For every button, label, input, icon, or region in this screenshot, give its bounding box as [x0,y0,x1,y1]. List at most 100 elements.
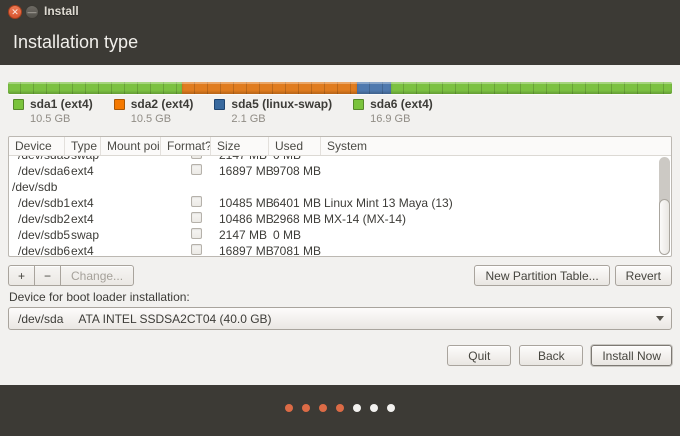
quit-button[interactable]: Quit [447,345,511,366]
legend-size: 16.9 GB [370,113,433,125]
new-partition-table-button[interactable]: New Partition Table... [474,265,609,286]
legend-size: 2.1 GB [231,113,332,125]
partition-legend: sda1 (ext4) 10.5 GB sda2 (ext4) 10.5 GB … [13,97,454,125]
format-checkbox[interactable] [191,164,202,175]
legend-label: sda1 (ext4) [30,97,93,111]
table-row-sda5[interactable]: /dev/sda5 swap 2147 MB 0 MB [9,156,671,163]
legend-swatch-sda5 [214,99,225,110]
legend-item: sda1 (ext4) 10.5 GB [13,97,93,125]
legend-item: sda5 (linux-swap) 2.1 GB [214,97,332,125]
format-checkbox[interactable] [191,212,202,223]
cell-format [161,212,211,226]
legend-label: sda6 (ext4) [370,97,433,111]
legend-size: 10.5 GB [30,113,93,125]
footer-buttons: Quit Back Install Now [447,345,672,366]
partition-edit-group: + − Change... [8,265,134,286]
column-header-format[interactable]: Format? [161,137,211,155]
progress-dot-active [302,404,310,412]
legend-swatch-sda1 [13,99,24,110]
cell-size: 16897 MB [211,164,269,178]
format-checkbox[interactable] [191,228,202,239]
cell-size: 2147 MB [211,228,269,242]
cell-type: ext4 [65,212,101,226]
partition-usage-bar [8,82,672,94]
format-checkbox[interactable] [191,156,202,159]
cell-size: 16897 MB [211,244,269,257]
cell-type: swap [65,156,101,162]
legend-swatch-sda2 [114,99,125,110]
close-icon[interactable]: ✕ [8,5,22,19]
table-row-sdb2[interactable]: /dev/sdb2 ext4 10486 MB 2968 MB MX-14 (M… [9,211,671,227]
column-header-device[interactable]: Device [9,137,65,155]
progress-dot-inactive [387,404,395,412]
table-row-sdb5[interactable]: /dev/sdb5 swap 2147 MB 0 MB [9,227,671,243]
progress-dot-inactive [353,404,361,412]
bar-segment-sda1 [8,82,182,94]
install-now-button[interactable]: Install Now [591,345,672,366]
cell-system: MX-14 (MX-14) [321,212,671,226]
cell-used: 2968 MB [269,212,321,226]
add-partition-button[interactable]: + [8,265,34,286]
legend-label: sda2 (ext4) [131,97,194,111]
progress-dot-active [319,404,327,412]
format-checkbox[interactable] [191,244,202,255]
table-row-sdb-disk[interactable]: /dev/sdb [9,179,671,195]
table-row-sda6[interactable]: /dev/sda6 ext4 16897 MB 9708 MB [9,163,671,179]
cell-format [161,156,211,162]
bootloader-label: Device for boot loader installation: [9,290,190,304]
remove-partition-button[interactable]: − [34,265,60,286]
progress-dot-inactive [370,404,378,412]
page-title: Installation type [13,32,138,53]
minimize-icon[interactable]: — [25,5,39,19]
cell-device: /dev/sdb2 [9,212,65,226]
bootloader-device: /dev/sda [18,312,63,326]
legend-item: sda2 (ext4) 10.5 GB [114,97,194,125]
progress-dots [0,404,680,412]
scrollbar-thumb[interactable] [659,199,670,255]
cell-used: 7081 MB [269,244,321,257]
cell-type: ext4 [65,196,101,210]
titlebar-and-header: ✕ — Install Installation type [0,0,680,65]
column-header-used[interactable]: Used [269,137,321,155]
cell-format [161,244,211,257]
window-title: Install [44,4,79,18]
column-header-mount-point[interactable]: Mount point [101,137,161,155]
cell-type: ext4 [65,244,101,257]
cell-size: 10486 MB [211,212,269,226]
cell-format [161,196,211,210]
table-header: Device Type Mount point Format? Size Use… [9,137,671,156]
partition-actions: + − Change... New Partition Table... Rev… [8,265,672,287]
partition-table: Device Type Mount point Format? Size Use… [8,136,672,257]
table-row-sdb6[interactable]: /dev/sdb6 ext4 16897 MB 7081 MB [9,243,671,257]
legend-size: 10.5 GB [131,113,194,125]
cell-used: 9708 MB [269,164,321,178]
format-checkbox[interactable] [191,196,202,207]
change-partition-button[interactable]: Change... [60,265,134,286]
progress-dot-active [285,404,293,412]
back-button[interactable]: Back [519,345,583,366]
column-header-size[interactable]: Size [211,137,269,155]
table-actions: New Partition Table... Revert [474,265,672,286]
chevron-down-icon [656,316,664,321]
revert-button[interactable]: Revert [615,265,672,286]
bar-segment-sda6 [391,82,672,94]
table-scrollbar[interactable] [659,157,670,255]
cell-type: swap [65,228,101,242]
bar-segment-sda5 [357,82,392,94]
cell-size: 10485 MB [211,196,269,210]
cell-used: 0 MB [269,228,321,242]
column-header-system[interactable]: System [321,137,671,155]
bootloader-device-description: ATA INTEL SSDSA2CT04 (40.0 GB) [78,312,271,326]
table-body: /dev/sda5 swap 2147 MB 0 MB /dev/sda6 ex… [9,156,671,257]
bootloader-device-select[interactable]: /dev/sda ATA INTEL SSDSA2CT04 (40.0 GB) [8,307,672,330]
table-row-sdb1[interactable]: /dev/sdb1 ext4 10485 MB 6401 MB Linux Mi… [9,195,671,211]
cell-system: Linux Mint 13 Maya (13) [321,196,671,210]
cell-device: /dev/sdb6 [9,244,65,257]
column-header-type[interactable]: Type [65,137,101,155]
installer-window: ✕ — Install Installation type sda1 (ext4… [0,0,680,436]
cell-device: /dev/sda5 [9,156,65,162]
legend-label: sda5 (linux-swap) [231,97,332,111]
cell-device: /dev/sdb [9,180,65,194]
bar-segment-sda2 [182,82,356,94]
cell-format [161,164,211,178]
